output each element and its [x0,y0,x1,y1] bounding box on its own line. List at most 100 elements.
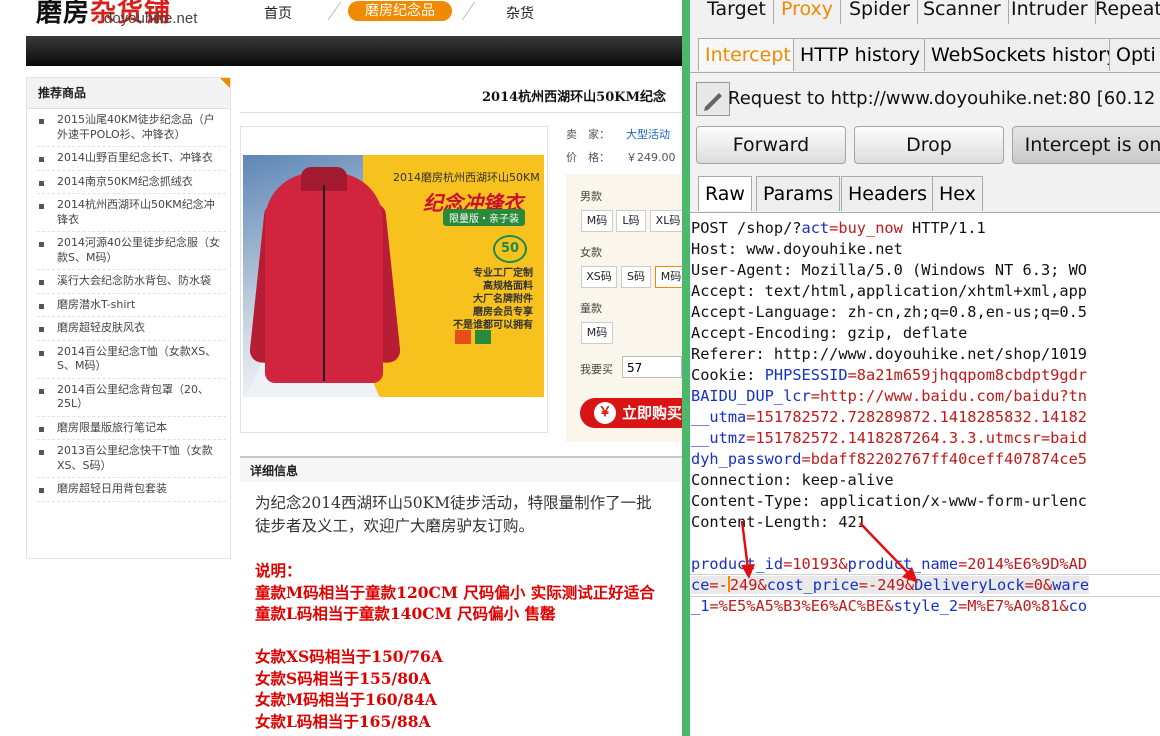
price-label: 价 格： [566,151,610,164]
code-value: =bdaff82202767ff40ceff407874ce5 [801,450,1088,468]
cookie-line: Cookie: PHPSESSID=8a21m659jhqqpom8cbdpt9… [691,366,1087,384]
price-value: ￥249.00 [626,151,676,164]
tab-repeater[interactable]: Repeat [1088,0,1160,24]
corner-decoration [220,78,230,88]
jacket-zip [323,185,325,381]
size-option-women-m[interactable]: M码 [655,266,682,288]
window-divider [682,0,690,736]
sidebar-item[interactable]: 2014百公里纪念T恤（女款XS、S、M码） [37,341,226,379]
header-line: Referer: http://www.doyouhike.net/shop/1… [691,345,1088,363]
tab-params[interactable]: Params [756,176,841,211]
header-line: Connection: keep-alive [691,471,894,489]
annotation-arrows [740,520,918,583]
tab-headers[interactable]: Headers [841,176,935,211]
shop-page: 磨房杂货铺 doyouhike.net 首页 磨房纪念品 杂货 推荐商品 201… [0,0,682,736]
sidebar-item[interactable]: 磨房限量版旅行笔记本 [37,417,226,440]
sidebar-item[interactable]: 2014杭州西湖环山50KM纪念冲锋衣 [37,194,226,232]
detail-description: 为纪念2014西湖环山50KM徒步活动，特限量制作了一批 徒步者及义工，欢迎广大… [255,492,682,538]
tab-hex[interactable]: Hex [932,176,983,211]
sidebar-item[interactable]: 2014河源40公里徒步纪念服（女款S、M码） [37,232,226,270]
arrow-line [859,522,913,578]
arrow-line [740,520,750,570]
detail-desc-line: 徒步者及义工，欢迎广大磨房驴友订购。 [255,517,535,535]
tab-intruder[interactable]: Intruder [1004,0,1096,24]
size-option-men-m[interactable]: M码 [581,210,613,232]
code-key: PHPSESSID [764,366,848,384]
code-key: dyh_password [691,450,802,468]
tab-raw[interactable]: Raw [698,176,752,211]
sidebar-item[interactable]: 2015汕尾40KM徒步纪念品（户外速干POLO衫、冲锋衣） [37,109,226,147]
tab-proxy[interactable]: Proxy [774,0,842,24]
size-option-women-xs[interactable]: XS码 [581,266,617,288]
header-line: Accept-Encoding: gzip, deflate [691,324,968,342]
nav-divider [461,1,476,21]
code-value: =151782572.1418287264.3.3.utmcsr=baid [746,429,1088,447]
sidebar-item[interactable]: 磨房超轻皮肤风衣 [37,317,226,341]
nav-home[interactable]: 首页 [264,3,292,23]
tab-http-history[interactable]: HTTP history [793,38,928,71]
forward-button[interactable]: Forward [696,126,846,164]
code-value: =151782572.728289872.1418285832.14182 [746,408,1088,426]
buy-now-button[interactable]: ￥ 立即购买 [580,398,682,428]
sidebar-item[interactable]: 2013百公里纪念快干T恤（女款XS、S码） [37,440,226,478]
sidebar-title: 推荐商品 [27,78,230,109]
size-option-kids-m[interactable]: M码 [581,322,613,344]
code-value: =buy_now [829,219,903,237]
cookie-line: dyh_password=bdaff82202767ff40ceff407874… [691,450,1087,468]
code-value: =8a21m659jhqqpom8cbdpt9gdr [847,366,1088,384]
logo-domain: doyouhike.net [104,10,198,27]
request-target: Request to http://www.doyouhike.net:80 [… [728,88,1156,109]
men-group-label: 男款 [580,190,602,203]
tab-options[interactable]: Opti [1109,38,1160,71]
cookie-line: BAIDU_DUP_lcr=http://www.baidu.com/baidu… [691,387,1087,405]
recommended-sidebar: 推荐商品 2015汕尾40KM徒步纪念品（户外速干POLO衫、冲锋衣） 2014… [26,77,231,559]
tab-websockets-history[interactable]: WebSockets history [924,38,1125,71]
poster-specs: 专业工厂定制 高规格面料 大厂名牌附件 磨房会员专享 不是谁都可以拥有 [453,268,533,331]
quantity-input[interactable]: 57 [622,356,682,378]
header-line: Accept-Language: zh-cn,zh;q=0.8,en-us;q=… [691,303,1088,321]
seller-link[interactable]: 大型活动 [626,126,670,142]
nav-souvenirs[interactable]: 磨房纪念品 [348,1,452,21]
size-option-men-xl[interactable]: XL码 [650,210,682,232]
seller-label: 卖 家： [566,128,610,141]
nav-misc[interactable]: 杂货 [506,3,534,23]
request-line: POST /shop/?act=buy_now HTTP/1.1 [691,219,986,237]
sidebar-item[interactable]: 磨房超轻日用背包套装 [37,478,226,502]
code-text: Cookie: [691,366,765,384]
size-option-women-s[interactable]: S码 [621,266,651,288]
buy-now-label: 立即购买 [622,404,682,422]
detail-header: 详细信息 [240,456,682,482]
drop-button[interactable]: Drop [854,126,1004,164]
sidebar-item[interactable]: 2014南京50KM纪念抓绒衣 [37,171,226,194]
brand-logo [475,330,491,344]
size-option-men-l[interactable]: L码 [616,210,646,232]
code-key: __utmz [691,429,747,447]
poster-line1: 2014磨房杭州西湖环山50KM [393,171,540,184]
nav-divider [327,1,342,21]
poster-brand-logos [455,329,515,359]
sidebar-item[interactable]: 2014百公里纪念背包罩（20、25L） [37,379,226,417]
header-line: Accept: text/html,application/xhtml+xml,… [691,282,1088,300]
kids-group-label: 童款 [580,302,602,315]
sidebar-title-text: 推荐商品 [38,86,87,100]
tab-intercept[interactable]: Intercept [698,38,798,71]
logo-main-text: 磨房 [36,0,91,28]
nav-black-bar [26,36,682,66]
header-line: Host: www.doyouhike.net [691,240,903,258]
pencil-icon[interactable] [696,82,730,116]
sidebar-item[interactable]: 2014山野百里纪念长T、冲锋衣 [37,147,226,171]
qty-label: 我要买 [580,363,613,376]
product-image[interactable]: 2014磨房杭州西湖环山50KM 纪念冲锋衣 限量版・亲子装 50 专业工厂定制… [243,155,544,397]
tab-scanner[interactable]: Scanner [916,0,1009,24]
sidebar-item[interactable]: 磨房潜水T-shirt [37,294,226,317]
tab-target[interactable]: Target [700,0,774,24]
raw-request-editor[interactable]: POST /shop/?act=buy_now HTTP/1.1 Host: w… [690,212,1160,736]
intercept-toggle-button[interactable]: Intercept is on [1012,126,1160,164]
size-notes: 说明： 童款M码相当于童款120CM 尺码偏小 实际测试正好适合 童款L码相当于… [255,561,655,731]
proxy-subtabs: Intercept HTTP history WebSockets histor… [690,34,1160,73]
code-key: BAIDU_DUP_lcr [691,387,811,405]
women-group-label: 女款 [580,246,602,259]
tab-spider[interactable]: Spider [842,0,918,24]
code-text: HTTP/1.1 [902,219,986,237]
sidebar-item[interactable]: 溪行大会纪念防水背包、防水袋 [37,270,226,294]
